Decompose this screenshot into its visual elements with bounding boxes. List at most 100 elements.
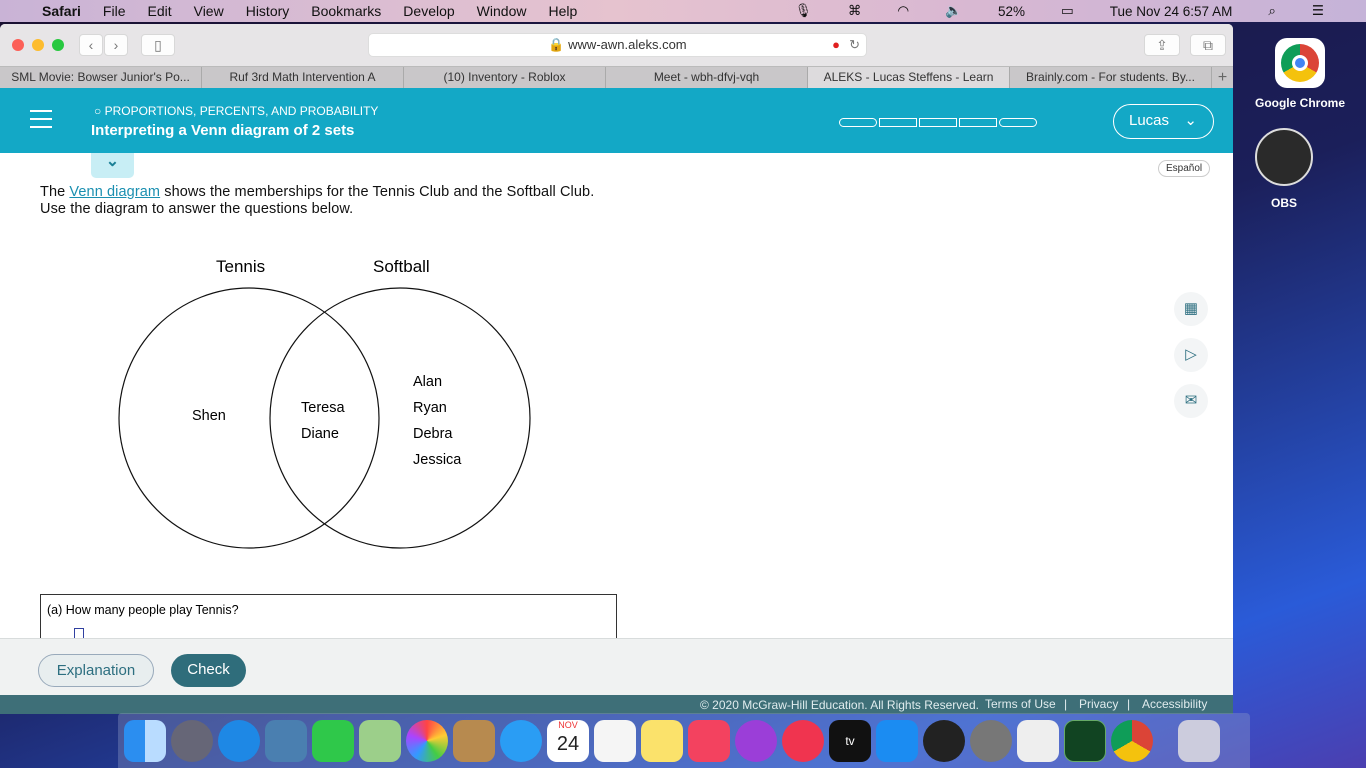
softball-label: Softball — [373, 257, 430, 276]
tab-active[interactable]: ALEKS - Lucas Steffens - Learn — [808, 67, 1010, 88]
messages-icon[interactable] — [500, 719, 542, 762]
calculator-icon[interactable]: ▦ — [1174, 292, 1208, 326]
system-preferences-icon[interactable] — [970, 719, 1012, 762]
tab[interactable]: Ruf 3rd Math Intervention A — [202, 67, 404, 88]
mail-icon[interactable]: ✉ — [1174, 384, 1208, 418]
notes-icon[interactable] — [641, 719, 683, 762]
calendar-day: 24 — [556, 732, 580, 755]
tennis-label: Tennis — [216, 257, 266, 276]
address-bar[interactable]: 🔒 www-awn.aleks.com ● ↻ — [368, 33, 867, 57]
video-icon[interactable]: ▷ — [1174, 338, 1208, 372]
menu-bar: Safari File Edit View History Bookmarks … — [0, 0, 1366, 22]
hamburger-menu-icon[interactable] — [30, 110, 52, 128]
venn-member: Jessica — [413, 452, 462, 468]
battery-status[interactable]: 52% — [998, 4, 1025, 19]
reload-icon[interactable]: ↻ — [849, 34, 860, 56]
tab[interactable]: SML Movie: Bowser Junior's Po... — [0, 67, 202, 88]
reminders-icon[interactable] — [594, 719, 636, 762]
terms-link[interactable]: Terms of Use — [985, 697, 1056, 711]
microphone-icon[interactable]: 🎙 — [795, 3, 812, 19]
forward-button[interactable]: › — [104, 34, 128, 56]
obs-icon — [1255, 128, 1313, 186]
close-button[interactable] — [12, 39, 24, 51]
explanation-button[interactable]: Explanation — [38, 654, 154, 687]
menu-help[interactable]: Help — [548, 3, 577, 19]
url-text: www-awn.aleks.com — [568, 37, 687, 52]
aleks-header: ○ PROPORTIONS, PERCENTS, AND PROBABILITY… — [0, 88, 1233, 153]
safari-icon[interactable] — [218, 719, 260, 762]
category-text: PROPORTIONS, PERCENTS, AND PROBABILITY — [104, 104, 379, 118]
launchpad-icon[interactable] — [171, 719, 213, 762]
menu-bookmarks[interactable]: Bookmarks — [311, 3, 381, 19]
privacy-link[interactable]: Privacy — [1079, 697, 1118, 711]
menu-develop[interactable]: Develop — [403, 3, 454, 19]
venn-member: Diane — [301, 426, 339, 442]
tab-bar: SML Movie: Bowser Junior's Po... Ruf 3rd… — [0, 66, 1233, 88]
desktop-label: OBS — [1270, 196, 1297, 210]
menu-file[interactable]: File — [103, 3, 126, 19]
clock[interactable]: Tue Nov 24 6:57 AM — [1110, 4, 1233, 19]
menu-window[interactable]: Window — [477, 3, 527, 19]
problem-content: ⌄ Español The Venn diagram shows the mem… — [0, 153, 1233, 654]
tab[interactable]: (10) Inventory - Roblox — [404, 67, 606, 88]
list-icon[interactable]: ☰ — [1312, 3, 1324, 19]
new-tab-button[interactable]: + — [1212, 67, 1233, 88]
photos-icon[interactable] — [406, 719, 448, 762]
menu-edit[interactable]: Edit — [147, 3, 171, 19]
check-button[interactable]: Check — [171, 654, 246, 687]
accessibility-link[interactable]: Accessibility — [1142, 697, 1207, 711]
tab[interactable]: Meet - wbh-dfvj-vqh — [606, 67, 808, 88]
chrome-dock-icon[interactable] — [1111, 719, 1153, 762]
footer: © 2020 McGraw-Hill Education. All Rights… — [0, 695, 1233, 714]
user-menu-button[interactable]: Lucas ⌄ — [1113, 104, 1214, 139]
desktop-chrome[interactable]: Google Chrome — [1250, 38, 1350, 110]
maps-icon[interactable] — [359, 719, 401, 762]
news-icon[interactable] — [782, 719, 824, 762]
menu-view[interactable]: View — [194, 3, 224, 19]
chrome-icon — [1275, 38, 1325, 88]
finder-icon[interactable] — [124, 719, 166, 762]
progress-bar — [839, 118, 1037, 127]
venn-member: Shen — [192, 408, 226, 424]
sidebar-button[interactable]: ▯ — [141, 34, 175, 56]
venn-softball-only: Alan Ryan Debra Jessica — [413, 369, 461, 473]
trash-icon[interactable] — [1178, 719, 1220, 762]
calendar-icon[interactable]: NOV 24 — [547, 719, 589, 762]
mail-app-icon[interactable] — [265, 719, 307, 762]
chevron-down-icon: ⌄ — [1184, 112, 1197, 129]
podcasts-icon[interactable] — [735, 719, 777, 762]
back-button[interactable]: ‹ — [79, 34, 103, 56]
venn-member: Teresa — [301, 400, 345, 416]
share-button[interactable]: ⇪ — [1144, 34, 1180, 56]
topic-title: Interpreting a Venn diagram of 2 sets — [91, 122, 355, 139]
tab[interactable]: Brainly.com - For students. By... — [1010, 67, 1212, 88]
activity-monitor-icon[interactable] — [1064, 719, 1106, 762]
contacts-icon[interactable] — [453, 719, 495, 762]
desktop-obs[interactable]: OBS — [1234, 128, 1334, 210]
safari-window: ‹ › ▯ 🔒 www-awn.aleks.com ● ↻ ⇪ ⧉ SML Mo… — [0, 24, 1233, 714]
dock: NOV 24 tv — [118, 713, 1250, 768]
microphone-icon[interactable]: ● — [832, 34, 840, 56]
venn-member: Ryan — [413, 400, 447, 416]
venn-member: Alan — [413, 374, 443, 390]
menu-history[interactable]: History — [246, 3, 290, 19]
facetime-icon[interactable] — [312, 719, 354, 762]
keyboard-icon[interactable]: ⌘ — [848, 3, 862, 19]
topic-category: ○ PROPORTIONS, PERCENTS, AND PROBABILITY — [94, 104, 379, 118]
tabs-button[interactable]: ⧉ — [1190, 34, 1226, 56]
obs-dock-icon[interactable] — [923, 719, 965, 762]
textedit-icon[interactable] — [1017, 719, 1059, 762]
venn-diagram — [118, 287, 531, 549]
search-icon[interactable]: ⌕ — [1268, 3, 1276, 19]
menu-app[interactable]: Safari — [42, 3, 81, 19]
espanol-button[interactable]: Español — [1158, 160, 1211, 177]
apple-tv-icon[interactable]: tv — [829, 719, 871, 762]
venn-intersection: Teresa Diane — [301, 395, 345, 447]
music-icon[interactable] — [688, 719, 730, 762]
wifi-icon[interactable]: ◠ — [897, 3, 909, 19]
maximize-button[interactable] — [52, 39, 64, 51]
volume-icon[interactable]: 🔈 — [945, 3, 962, 19]
user-name: Lucas — [1129, 112, 1170, 129]
app-store-icon[interactable] — [876, 719, 918, 762]
minimize-button[interactable] — [32, 39, 44, 51]
